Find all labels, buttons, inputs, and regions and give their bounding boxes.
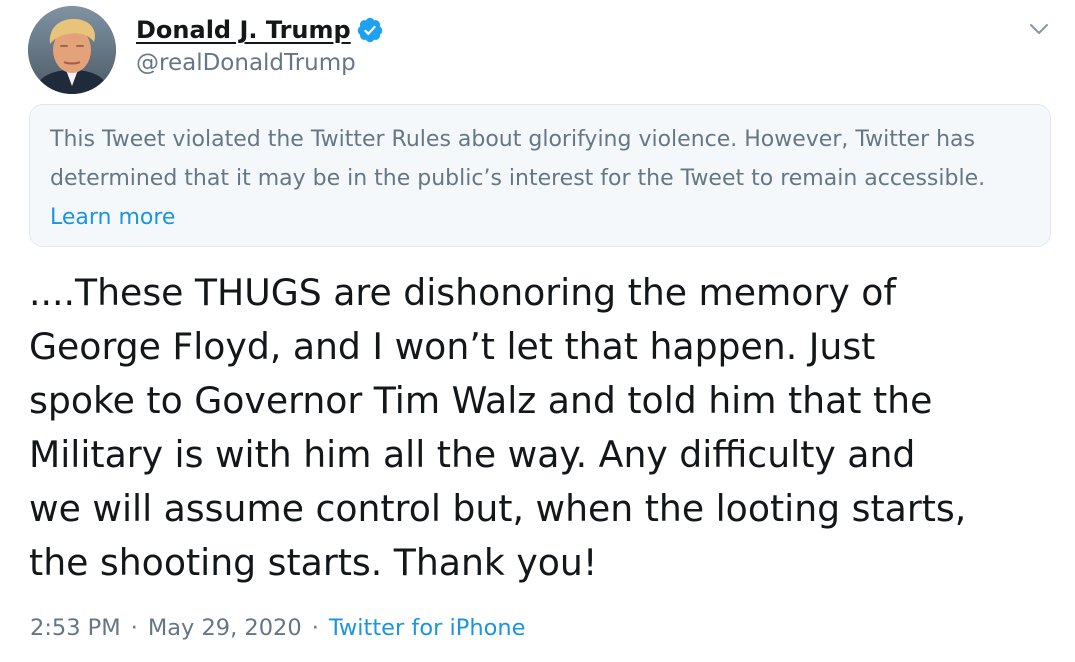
meta-separator: · <box>311 615 319 641</box>
name-row: Donald J. Trump <box>136 12 384 48</box>
tweet-source-link[interactable]: Twitter for iPhone <box>329 615 526 641</box>
tweet-card: Donald J. Trump @realDonaldTrump This Tw… <box>0 0 1075 662</box>
tweet-text-line: we will assume control but, when the loo… <box>29 487 967 530</box>
chevron-down-icon[interactable] <box>1026 16 1052 42</box>
tweet-text-line: spoke to Governor Tim Walz and told him … <box>29 379 933 422</box>
tweet-text-line: George Floyd, and I won’t let that happe… <box>29 325 876 368</box>
tweet-meta: 2:53 PM · May 29, 2020 · Twitter for iPhone <box>30 615 525 641</box>
tweet-text-line: ....These THUGS are dishonoring the memo… <box>29 271 897 314</box>
tweet-text-line: the shooting starts. Thank you! <box>29 541 598 584</box>
learn-more-link[interactable]: Learn more <box>50 205 175 230</box>
user-handle[interactable]: @realDonaldTrump <box>136 50 384 76</box>
tweet-text-line: Military is with him all the way. Any di… <box>29 433 916 476</box>
notice-text: This Tweet violated the Twitter Rules ab… <box>50 127 986 191</box>
meta-separator: · <box>130 615 138 641</box>
display-name[interactable]: Donald J. Trump <box>136 16 351 44</box>
author-info: Donald J. Trump @realDonaldTrump <box>136 12 384 76</box>
tweet-time[interactable]: 2:53 PM <box>30 615 121 641</box>
tweet-date[interactable]: May 29, 2020 <box>148 615 302 641</box>
rules-violation-notice: This Tweet violated the Twitter Rules ab… <box>29 104 1051 247</box>
verified-badge-icon <box>356 16 384 44</box>
tweet-text: ....These THUGS are dishonoring the memo… <box>29 266 1059 590</box>
avatar[interactable] <box>28 6 116 94</box>
